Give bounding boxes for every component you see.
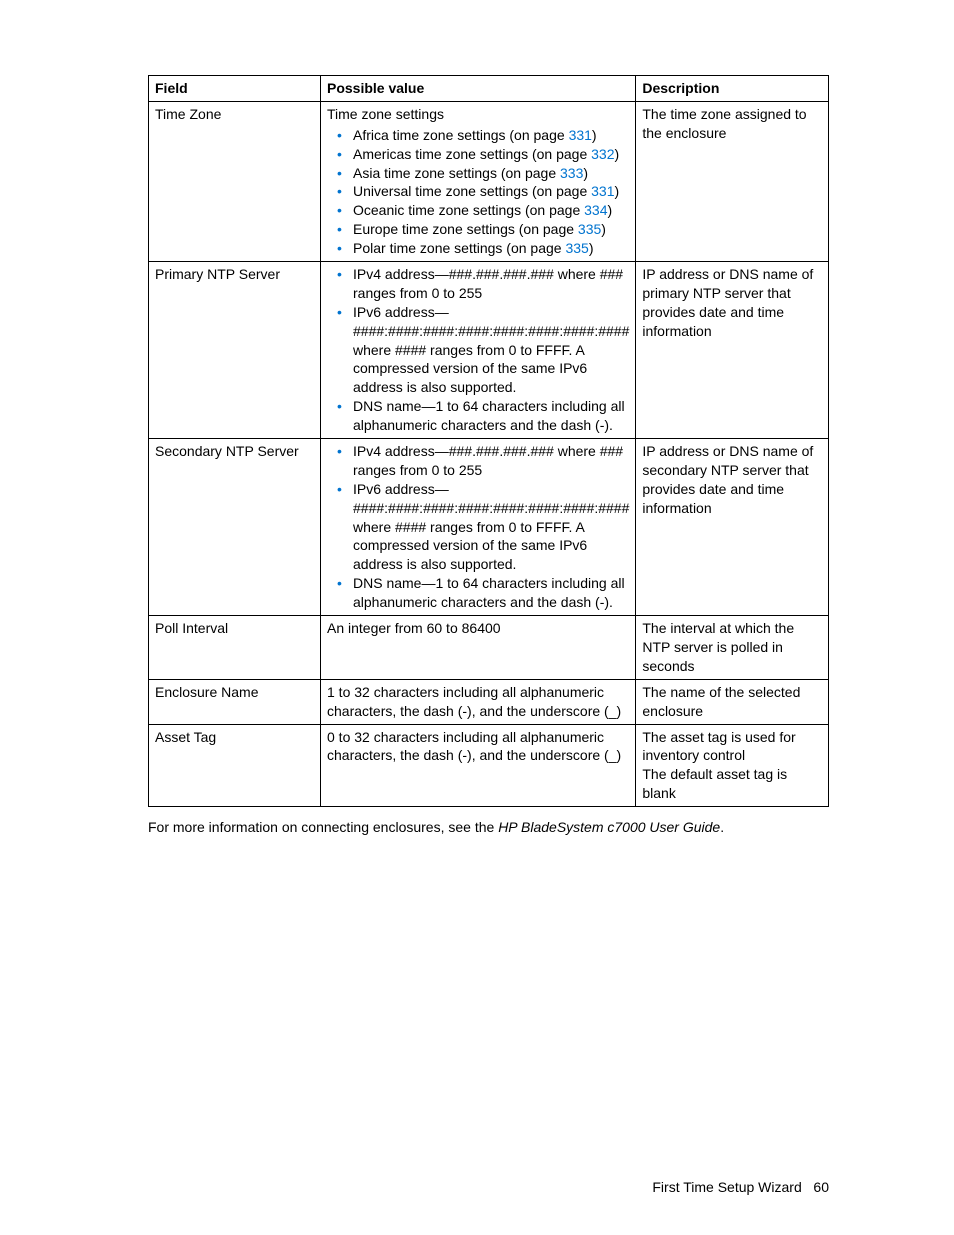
- field-label: Enclosure Name: [149, 679, 321, 724]
- row-time-zone: Time Zone Time zone settings Africa time…: [149, 101, 829, 261]
- field-desc: The time zone assigned to the enclosure: [636, 101, 829, 261]
- asset-desc-line1: The asset tag is used for inventory cont…: [642, 728, 822, 766]
- field-value: 0 to 32 characters including all alphanu…: [321, 724, 636, 807]
- field-value: IPv4 address—###.###.###.### where ### r…: [321, 262, 636, 439]
- footer-label: First Time Setup Wizard: [652, 1179, 801, 1195]
- list-item: Universal time zone settings (on page 33…: [341, 182, 629, 201]
- field-desc: IP address or DNS name of primary NTP se…: [636, 262, 829, 439]
- list-item: IPv4 address—###.###.###.### where ### r…: [341, 442, 629, 480]
- row-secondary-ntp: Secondary NTP Server IPv4 address—###.##…: [149, 439, 829, 616]
- field-value: Time zone settings Africa time zone sett…: [321, 101, 636, 261]
- after-text-prefix: For more information on connecting enclo…: [148, 819, 498, 835]
- after-text-period: .: [720, 819, 724, 835]
- row-primary-ntp: Primary NTP Server IPv4 address—###.###.…: [149, 262, 829, 439]
- list-item: Africa time zone settings (on page 331): [341, 126, 629, 145]
- list-item: IPv6 address—####:####:####:####:####:##…: [341, 303, 629, 397]
- field-table: Field Possible value Description Time Zo…: [148, 75, 829, 807]
- row-asset-tag: Asset Tag 0 to 32 characters including a…: [149, 724, 829, 807]
- field-label: Primary NTP Server: [149, 262, 321, 439]
- table-header-row: Field Possible value Description: [149, 76, 829, 102]
- ntp-list: IPv4 address—###.###.###.### where ### r…: [327, 442, 629, 612]
- tz-list: Africa time zone settings (on page 331) …: [327, 126, 629, 258]
- list-item: Europe time zone settings (on page 335): [341, 220, 629, 239]
- header-description: Description: [636, 76, 829, 102]
- page-link[interactable]: 335: [578, 221, 601, 237]
- ntp-list: IPv4 address—###.###.###.### where ### r…: [327, 265, 629, 435]
- list-item: DNS name—1 to 64 characters including al…: [341, 574, 629, 612]
- footer-page: 60: [813, 1179, 829, 1195]
- asset-desc-line2: The default asset tag is blank: [642, 765, 822, 803]
- field-value: IPv4 address—###.###.###.### where ### r…: [321, 439, 636, 616]
- field-label: Time Zone: [149, 101, 321, 261]
- page-link[interactable]: 331: [569, 127, 592, 143]
- page-link[interactable]: 333: [560, 165, 583, 181]
- field-desc: IP address or DNS name of secondary NTP …: [636, 439, 829, 616]
- page-link[interactable]: 335: [565, 240, 588, 256]
- list-item: Polar time zone settings (on page 335): [341, 239, 629, 258]
- field-desc: The asset tag is used for inventory cont…: [636, 724, 829, 807]
- list-item: Americas time zone settings (on page 332…: [341, 145, 629, 164]
- page-link[interactable]: 332: [591, 146, 614, 162]
- field-label: Poll Interval: [149, 616, 321, 680]
- tz-heading: Time zone settings: [327, 105, 629, 124]
- page-footer: First Time Setup Wizard 60: [652, 1179, 829, 1195]
- header-field: Field: [149, 76, 321, 102]
- list-item: Asia time zone settings (on page 333): [341, 164, 629, 183]
- field-value: An integer from 60 to 86400: [321, 616, 636, 680]
- page-link[interactable]: 331: [591, 183, 614, 199]
- field-value: 1 to 32 characters including all alphanu…: [321, 679, 636, 724]
- row-poll-interval: Poll Interval An integer from 60 to 8640…: [149, 616, 829, 680]
- page-link[interactable]: 334: [584, 202, 607, 218]
- list-item: Oceanic time zone settings (on page 334): [341, 201, 629, 220]
- list-item: IPv6 address—####:####:####:####:####:##…: [341, 480, 629, 574]
- after-paragraph: For more information on connecting enclo…: [148, 819, 829, 835]
- field-desc: The interval at which the NTP server is …: [636, 616, 829, 680]
- field-label: Secondary NTP Server: [149, 439, 321, 616]
- doc-reference: HP BladeSystem c7000 User Guide: [498, 819, 720, 835]
- list-item: IPv4 address—###.###.###.### where ### r…: [341, 265, 629, 303]
- header-possible-value: Possible value: [321, 76, 636, 102]
- list-item: DNS name—1 to 64 characters including al…: [341, 397, 629, 435]
- field-desc: The name of the selected enclosure: [636, 679, 829, 724]
- field-label: Asset Tag: [149, 724, 321, 807]
- row-enclosure-name: Enclosure Name 1 to 32 characters includ…: [149, 679, 829, 724]
